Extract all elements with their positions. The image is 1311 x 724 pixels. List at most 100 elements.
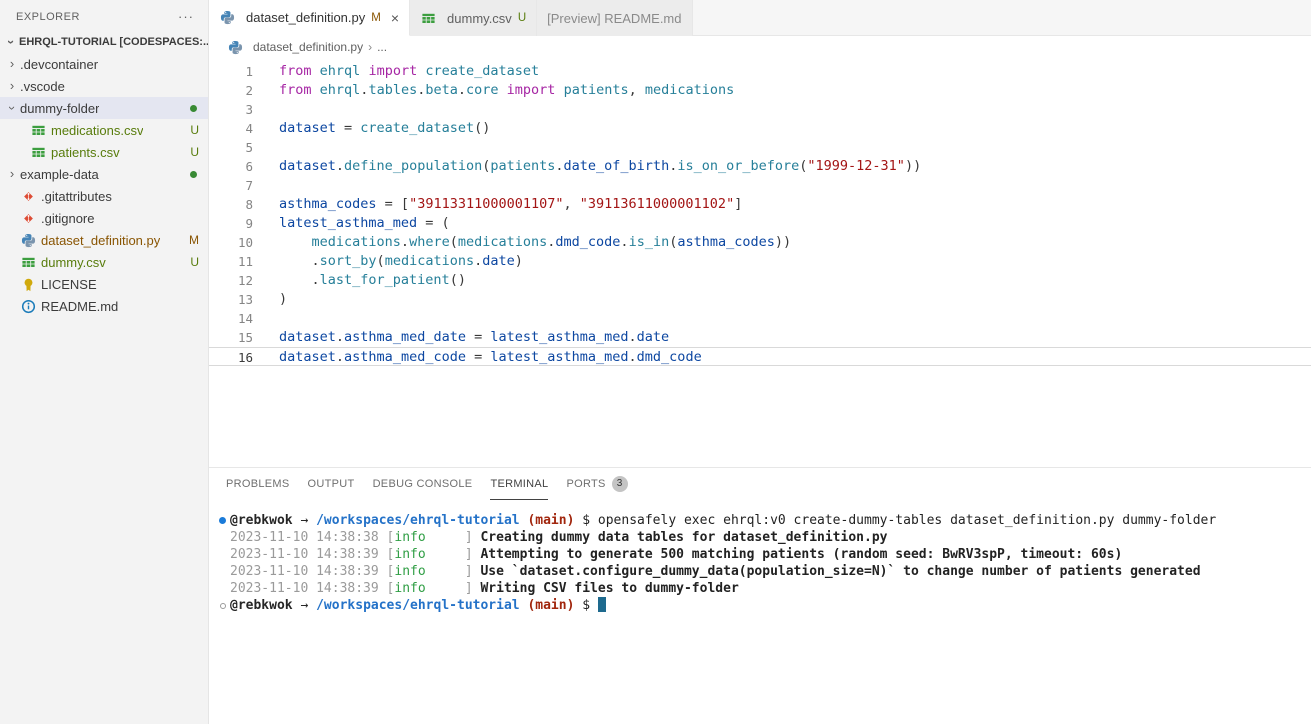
code-token: dataset [279,329,336,345]
tree-item-label: LICENSE [41,277,97,292]
tree-item-license[interactable]: LICENSE [0,273,208,295]
tab--preview-readme-md[interactable]: [Preview] README.md [537,0,692,36]
terminal-text: 2023-11-10 14:38:39 [info ] Writing CSV … [230,580,739,597]
code-token: asthma_codes [677,234,775,250]
panel-tab-label: DEBUG CONSOLE [373,478,473,490]
tree-item-dummy-csv[interactable]: dummy.csvU [0,251,208,273]
panel-tab-problems[interactable]: PROBLEMS [226,468,290,500]
code-token: beta [425,82,458,98]
ports-count-badge: 3 [612,476,628,492]
tree-item--devcontainer[interactable]: ›.devcontainer [0,53,208,75]
panel-tab-label: PORTS [566,478,605,490]
code-token [279,234,312,250]
line-number: 7 [209,176,253,195]
code-token: () [474,120,490,136]
tree-item-readme-md[interactable]: README.md [0,295,208,317]
python-icon [20,232,36,248]
terminal-line: 2023-11-10 14:38:39 [info ] Attempting t… [215,546,1311,563]
tree-item-medications-csv[interactable]: medications.csvU [0,119,208,141]
line-number: 16 [209,348,253,365]
tree-item-dataset-definition-py[interactable]: dataset_definition.pyM [0,229,208,251]
git-status-badge: U [190,123,199,137]
tree-item-dummy-folder[interactable]: ›dummy-folder [0,97,208,119]
code-line: 10 medications.where(medications.dmd_cod… [209,233,1311,252]
tree-item--gitignore[interactable]: .gitignore [0,207,208,229]
terminal-line: @rebkwok → /workspaces/ehrql-tutorial (m… [215,512,1311,529]
code-line: 5 [209,138,1311,157]
terminal-token: Creating dummy data tables for dataset_d… [480,530,887,545]
command-success-icon [215,512,230,529]
tree-item-label: .gitattributes [41,189,112,204]
line-number: 1 [209,62,253,81]
code-text: dataset.asthma_med_date = latest_asthma_… [253,328,669,347]
terminal-line: @rebkwok → /workspaces/ehrql-tutorial (m… [215,597,1311,614]
terminal-token: ] [426,564,481,579]
bottom-panel: PROBLEMS OUTPUT DEBUG CONSOLE TERMINAL PORTS… [209,467,1311,724]
code-token: = [466,329,490,345]
explorer-sidebar: EXPLORER ··· › EHRQL-TUTORIAL [CODESPACE… [0,0,209,724]
editor-group: dataset_definition.pyM×dummy.csvU[Previe… [209,0,1311,724]
terminal-token: info [394,530,425,545]
csv-icon [20,254,36,270]
code-text: .sort_by(medications.date) [253,252,523,271]
terminal-token: ] [426,547,481,562]
code-token: ehrql [320,63,361,79]
tree-item-patients-csv[interactable]: patients.csv U [0,141,208,163]
terminal-token: /workspaces/ehrql-tutorial [316,598,520,613]
code-token: from [279,82,312,98]
panel-tab-label: OUTPUT [308,478,355,490]
file-tree: ›.devcontainer›.vscode›dummy-foldermedic… [0,53,208,317]
terminal-line: 2023-11-10 14:38:39 [info ] Use `dataset… [215,563,1311,580]
code-token [312,82,320,98]
terminal-token: (main) [527,598,574,613]
terminal-token: info [394,564,425,579]
tree-item-label: dummy.csv [41,255,106,270]
git-status-badge: U [190,145,199,159]
code-token: . [279,253,320,269]
code-text [253,309,279,328]
code-token: medications [385,253,474,269]
code-token: dmd_code [555,234,620,250]
code-token: medications [458,234,547,250]
code-token: asthma_med_code [344,349,466,365]
info-icon [20,298,36,314]
tree-item--vscode[interactable]: ›.vscode [0,75,208,97]
tree-item-label: patients.csv [51,145,120,160]
code-token: "39113611000001102" [580,196,734,212]
line-number: 15 [209,328,253,347]
terminal-token [308,513,316,528]
more-actions-icon[interactable]: ··· [178,9,194,24]
workspace-section-header[interactable]: › EHRQL-TUTORIAL [CODESPACES:... [0,31,208,53]
code-token: . [629,329,637,345]
csv-icon [30,122,46,138]
terminal-line: 2023-11-10 14:38:39 [info ] Writing CSV … [215,580,1311,597]
code-token [312,63,320,79]
tree-item-example-data[interactable]: ›example-data [0,163,208,185]
tree-item-label: README.md [41,299,118,314]
line-number: 13 [209,290,253,309]
code-line: 8asthma_codes = ["39113311000001107", "3… [209,195,1311,214]
code-token: , [629,82,645,98]
tab-dataset-definition-py[interactable]: dataset_definition.pyM× [209,0,410,36]
close-icon[interactable]: × [391,10,399,26]
line-number: 10 [209,233,253,252]
panel-tab-output[interactable]: OUTPUT [308,468,355,500]
tab-label: dummy.csv [447,11,512,26]
breadcrumb-more[interactable]: ... [377,40,387,54]
tree-item--gitattributes[interactable]: .gitattributes [0,185,208,207]
terminal[interactable]: @rebkwok → /workspaces/ehrql-tutorial (m… [209,500,1311,724]
code-line: 9latest_asthma_med = ( [209,214,1311,233]
panel-tab-debug-console[interactable]: DEBUG CONSOLE [373,468,473,500]
panel-tab-ports[interactable]: PORTS 3 [566,468,627,500]
code-token: . [458,82,466,98]
csv-icon [30,144,46,160]
vscode-window: EXPLORER ··· › EHRQL-TUTORIAL [CODESPACE… [0,0,1311,724]
panel-tab-terminal[interactable]: TERMINAL [490,468,548,500]
code-token: ) [279,291,287,307]
code-line: 16dataset.asthma_med_code = latest_asthm… [209,347,1311,366]
code-text: dataset.define_population(patients.date_… [253,157,921,176]
editor[interactable]: 1from ehrql import create_dataset2from e… [209,58,1311,467]
breadcrumb-file[interactable]: dataset_definition.py [253,40,363,54]
tab-dummy-csv[interactable]: dummy.csvU [410,0,537,36]
code-token: . [336,329,344,345]
